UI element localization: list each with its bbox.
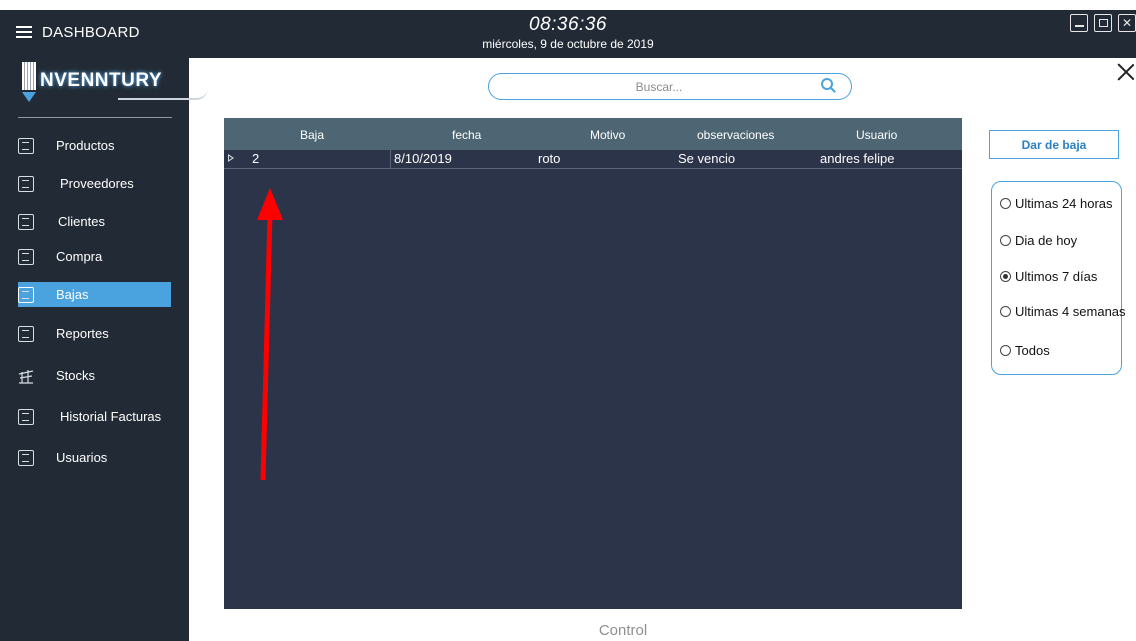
removals-icon (18, 286, 34, 303)
sidebar-item-clientes[interactable]: Clientes (18, 209, 171, 234)
sidebar-item-label: Bajas (56, 287, 89, 302)
sidebar-item-proveedores[interactable]: Proveedores (18, 171, 171, 196)
app-logo: NVENNTURY (18, 62, 208, 106)
restore-icon (1098, 19, 1108, 27)
filter-label: Dia de hoy (1015, 233, 1078, 248)
sidebar-item-label: Stocks (56, 368, 96, 383)
row-selector-icon (228, 154, 234, 162)
filter-ultimas-4-semanas[interactable]: Ultimas 4 semanas (1000, 304, 1126, 319)
bajas-table[interactable]: Baja fecha Motivo observaciones Usuario … (224, 118, 962, 609)
radio-icon (1000, 235, 1011, 246)
stocks-icon (18, 368, 34, 384)
column-header-observaciones[interactable]: observaciones (697, 128, 774, 142)
filter-ultimos-7-dias[interactable]: Ultimos 7 días (1000, 269, 1097, 284)
column-header-fecha[interactable]: fecha (452, 128, 481, 142)
app-window: DASHBOARD 08:36:36 miércoles, 9 de octub… (0, 0, 1136, 641)
sidebar-item-label: Clientes (58, 214, 105, 229)
sidebar-item-productos[interactable]: Productos (18, 133, 171, 158)
filter-todos[interactable]: Todos (1000, 343, 1050, 358)
column-header-baja[interactable]: Baja (300, 128, 324, 142)
cell-observaciones[interactable]: Se vencio (678, 151, 735, 166)
cell-baja[interactable]: 2 (252, 151, 259, 166)
cell-usuario[interactable]: andres felipe (820, 151, 894, 166)
time-filter-group: Ultimas 24 horas Dia de hoy Ultimos 7 dí… (991, 181, 1126, 375)
sidebar-item-label: Reportes (56, 326, 109, 341)
radio-icon (1000, 306, 1011, 317)
sidebar-item-historial-facturas[interactable]: Historial Facturas (18, 404, 171, 429)
search-box (488, 73, 852, 100)
radio-icon (1000, 198, 1011, 209)
pencil-logo-icon (18, 62, 40, 106)
radio-icon (1000, 345, 1011, 356)
filter-label: Ultimas 4 semanas (1015, 304, 1126, 319)
cell-fecha[interactable]: 8/10/2019 (394, 151, 452, 166)
top-bar: DASHBOARD 08:36:36 miércoles, 9 de octub… (0, 10, 1136, 58)
sidebar-item-label: Usuarios (56, 450, 108, 465)
table-row[interactable]: 2 8/10/2019 roto Se vencio andres felipe (224, 150, 962, 169)
sidebar-item-usuarios[interactable]: Usuarios (18, 445, 171, 470)
filter-dia-de-hoy[interactable]: Dia de hoy (1000, 233, 1077, 248)
table-header: Baja fecha Motivo observaciones Usuario (224, 118, 962, 150)
close-panel-button[interactable] (1115, 61, 1136, 83)
invoice-history-icon (18, 408, 34, 425)
column-header-usuario[interactable]: Usuario (856, 128, 897, 142)
restore-button[interactable] (1094, 14, 1112, 32)
sidebar-divider (18, 117, 172, 118)
clock: 08:36:36 miércoles, 9 de octubre de 2019 (0, 14, 1136, 51)
sidebar-item-bajas[interactable]: Bajas (18, 282, 171, 307)
clients-icon (18, 213, 34, 230)
filter-label: Ultimos 7 días (1015, 269, 1098, 284)
sidebar-item-compra[interactable]: Compra (18, 244, 171, 269)
radio-selected-icon (1000, 271, 1011, 282)
minimize-button[interactable] (1070, 14, 1088, 32)
clock-date: miércoles, 9 de octubre de 2019 (482, 37, 654, 51)
column-header-motivo[interactable]: Motivo (590, 128, 625, 142)
close-window-button[interactable]: ✕ (1118, 14, 1136, 32)
cell-motivo[interactable]: roto (538, 151, 560, 166)
dar-de-baja-button[interactable]: Dar de baja (989, 130, 1119, 159)
clock-time: 08:36:36 (529, 14, 607, 35)
sidebar-item-stocks[interactable]: Stocks (18, 363, 171, 388)
box-icon (18, 137, 34, 154)
purchase-icon (18, 248, 34, 265)
filter-label: Ultimas 24 horas (1015, 196, 1113, 211)
footer-label: Control (598, 622, 648, 639)
window-controls: ✕ (1070, 14, 1136, 32)
sidebar-item-label: Historial Facturas (60, 409, 162, 424)
sidebar-item-reportes[interactable]: Reportes (18, 321, 171, 346)
search-icon[interactable] (821, 78, 833, 90)
search-input[interactable] (509, 78, 809, 96)
reports-icon (18, 325, 34, 342)
minimize-icon (1074, 25, 1084, 27)
sidebar-item-label: Proveedores (60, 176, 134, 191)
sidebar: NVENNTURY Productos Proveedores Clientes… (0, 58, 208, 641)
suppliers-icon (18, 175, 34, 192)
filter-label: Todos (1015, 343, 1050, 358)
sidebar-item-label: Productos (56, 138, 115, 153)
users-icon (18, 449, 34, 466)
close-icon: ✕ (1121, 16, 1133, 30)
filter-ultimas-24-horas[interactable]: Ultimas 24 horas (1000, 196, 1113, 211)
sidebar-item-label: Compra (56, 249, 103, 264)
